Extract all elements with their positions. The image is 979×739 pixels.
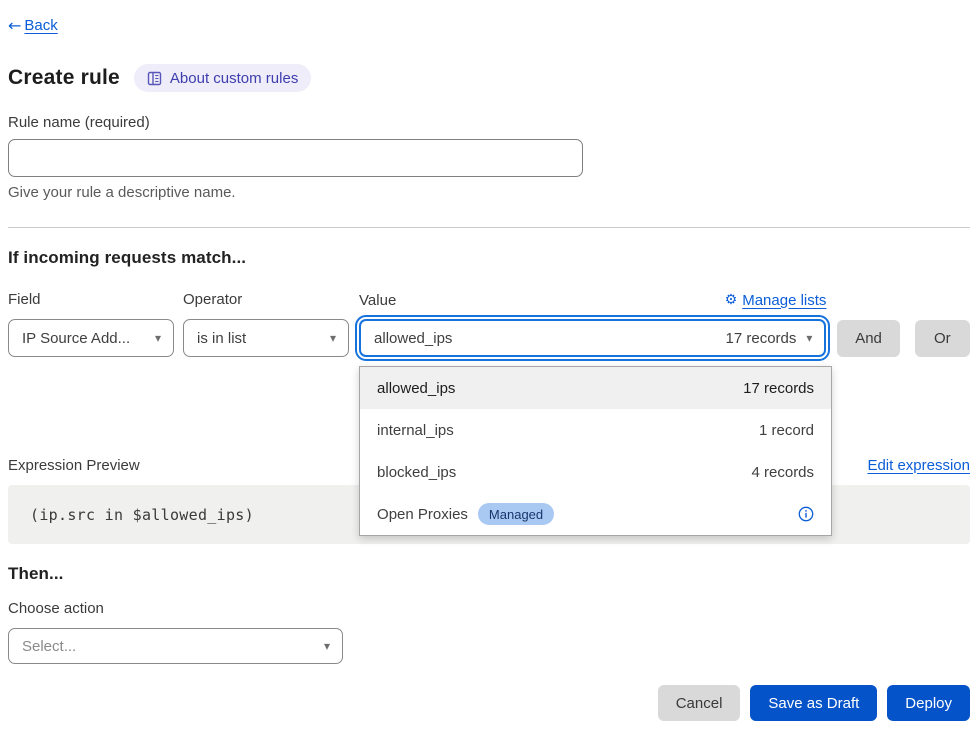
field-select[interactable]: IP Source Add... ▾ xyxy=(8,319,174,357)
chevron-down-icon: ▾ xyxy=(806,331,812,345)
list-dropdown: allowed_ips 17 records internal_ips 1 re… xyxy=(359,366,832,536)
list-option-name: Open Proxies xyxy=(377,506,468,523)
then-heading: Then... xyxy=(8,564,970,584)
about-badge-label: About custom rules xyxy=(170,70,298,87)
list-option-name: internal_ips xyxy=(377,422,454,439)
field-label: Field xyxy=(8,291,174,308)
action-select[interactable]: Select... ▾ xyxy=(8,628,343,664)
field-select-value: IP Source Add... xyxy=(22,330,130,347)
rule-name-helper: Give your rule a descriptive name. xyxy=(8,184,970,201)
list-option-allowed-ips[interactable]: allowed_ips 17 records xyxy=(360,367,831,409)
list-option-internal-ips[interactable]: internal_ips 1 record xyxy=(360,409,831,451)
back-link[interactable]: ← Back xyxy=(8,16,58,35)
rule-name-label: Rule name (required) xyxy=(8,114,970,131)
and-button[interactable]: And xyxy=(837,320,899,357)
value-label: Value xyxy=(359,292,396,309)
field-column: Field IP Source Add... ▾ xyxy=(8,291,174,357)
about-custom-rules-badge[interactable]: About custom rules xyxy=(134,64,311,92)
list-option-blocked-ips[interactable]: blocked_ips 4 records xyxy=(360,451,831,493)
value-header: Value ⚙ Manage lists xyxy=(359,290,826,310)
list-option-name: blocked_ips xyxy=(377,464,456,481)
edit-expression-link[interactable]: Edit expression xyxy=(867,457,970,474)
expression-code: (ip.src in $allowed_ips) xyxy=(30,506,254,524)
title-row: Create rule About custom rules xyxy=(8,64,970,92)
chevron-down-icon: ▾ xyxy=(155,331,161,345)
create-rule-page: ← Back Create rule About custom rules Ru… xyxy=(0,0,979,739)
operator-column: Operator is in list ▾ xyxy=(183,291,349,357)
match-heading: If incoming requests match... xyxy=(8,248,970,268)
value-column: Value ⚙ Manage lists allowed_ips 17 reco… xyxy=(359,290,826,357)
page-title: Create rule xyxy=(8,66,120,90)
list-option-records: 4 records xyxy=(752,464,815,481)
book-icon xyxy=(147,71,162,86)
footer-actions: Cancel Save as Draft Deploy xyxy=(8,685,970,721)
info-icon[interactable] xyxy=(798,506,814,522)
chevron-down-icon: ▾ xyxy=(324,639,330,653)
chevron-down-icon: ▾ xyxy=(330,331,336,345)
rule-name-input[interactable] xyxy=(8,139,583,177)
back-arrow-icon: ← xyxy=(8,16,21,35)
action-select-placeholder: Select... xyxy=(22,638,76,655)
manage-lists-label: Manage lists xyxy=(742,292,826,309)
deploy-button[interactable]: Deploy xyxy=(887,685,970,721)
save-as-draft-button[interactable]: Save as Draft xyxy=(750,685,877,721)
expression-preview-label: Expression Preview xyxy=(8,457,140,474)
value-select[interactable]: allowed_ips 17 records ▾ xyxy=(359,319,826,357)
section-divider xyxy=(8,227,970,228)
cancel-button[interactable]: Cancel xyxy=(658,685,741,721)
or-button[interactable]: Or xyxy=(915,320,970,357)
value-select-name: allowed_ips xyxy=(374,330,452,347)
list-option-name: allowed_ips xyxy=(377,380,455,397)
managed-badge: Managed xyxy=(478,503,554,525)
list-option-records: 17 records xyxy=(743,380,814,397)
operator-label: Operator xyxy=(183,291,349,308)
back-link-label: Back xyxy=(24,17,57,34)
match-row: Field IP Source Add... ▾ Operator is in … xyxy=(8,290,970,357)
list-option-open-proxies[interactable]: Open Proxies Managed xyxy=(360,493,831,535)
gear-icon: ⚙ xyxy=(725,292,738,308)
operator-select[interactable]: is in list ▾ xyxy=(183,319,349,357)
list-option-records: 1 record xyxy=(759,422,814,439)
value-select-records: 17 records xyxy=(726,330,797,347)
manage-lists-link[interactable]: ⚙ Manage lists xyxy=(725,292,827,309)
choose-action-label: Choose action xyxy=(8,600,970,617)
operator-select-value: is in list xyxy=(197,330,246,347)
